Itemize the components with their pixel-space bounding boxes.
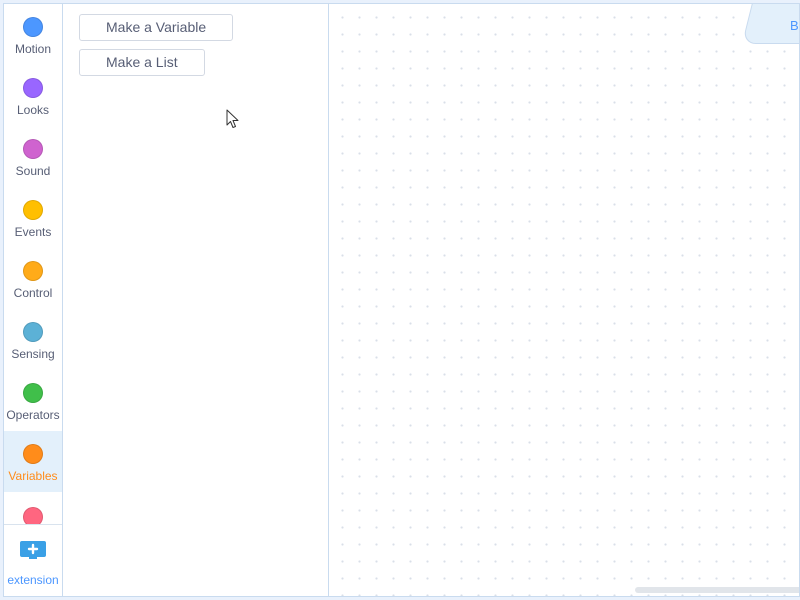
category-label: Variables bbox=[8, 469, 58, 483]
category-my-blocks-partial[interactable] bbox=[4, 504, 62, 524]
category-label: Sensing bbox=[11, 347, 55, 361]
category-label: Sound bbox=[15, 164, 51, 178]
variables-dot-icon bbox=[23, 444, 43, 464]
category-menu: Motion Looks Sound Events Control Sensin… bbox=[4, 4, 63, 596]
control-dot-icon bbox=[23, 261, 43, 281]
extension-label: extension bbox=[7, 573, 59, 587]
category-sound[interactable]: Sound bbox=[4, 126, 62, 187]
sensing-dot-icon bbox=[23, 322, 43, 342]
script-workspace[interactable]: B bbox=[329, 4, 799, 596]
category-label: Events bbox=[14, 225, 52, 239]
category-motion[interactable]: Motion bbox=[4, 4, 62, 65]
category-events[interactable]: Events bbox=[4, 187, 62, 248]
horizontal-scrollbar[interactable] bbox=[635, 587, 799, 593]
operators-dot-icon bbox=[23, 383, 43, 403]
category-control[interactable]: Control bbox=[4, 248, 62, 309]
category-label: Motion bbox=[14, 42, 52, 56]
motion-dot-icon bbox=[23, 17, 43, 37]
events-dot-icon bbox=[23, 200, 43, 220]
my-blocks-dot-icon bbox=[23, 507, 43, 524]
category-label: Operators bbox=[6, 408, 60, 422]
category-label: Control bbox=[13, 286, 53, 300]
category-sensing[interactable]: Sensing bbox=[4, 309, 62, 370]
workspace-tab-label: B bbox=[790, 18, 799, 33]
block-editor: Motion Looks Sound Events Control Sensin… bbox=[3, 3, 800, 597]
make-list-button[interactable]: Make a List bbox=[79, 49, 205, 76]
category-variables[interactable]: Variables bbox=[4, 431, 62, 492]
category-operators[interactable]: Operators bbox=[4, 370, 62, 431]
sound-dot-icon bbox=[23, 139, 43, 159]
block-palette: Make a Variable Make a List bbox=[63, 4, 329, 596]
category-looks[interactable]: Looks bbox=[4, 65, 62, 126]
looks-dot-icon bbox=[23, 78, 43, 98]
make-variable-button[interactable]: Make a Variable bbox=[79, 14, 234, 41]
add-extension-icon bbox=[20, 541, 46, 559]
category-label: Looks bbox=[16, 103, 50, 117]
extension-button[interactable]: extension bbox=[4, 525, 62, 595]
